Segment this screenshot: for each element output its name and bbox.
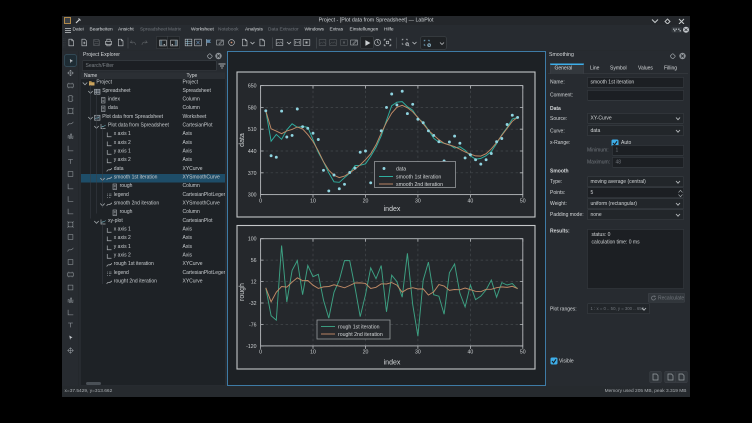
- svg-text:510: 510: [248, 127, 257, 133]
- svg-text:40: 40: [468, 350, 474, 356]
- svg-text:100: 100: [248, 237, 257, 243]
- svg-text:rough: rough: [239, 283, 246, 301]
- svg-text:370: 370: [248, 171, 257, 177]
- svg-text:20: 20: [363, 350, 369, 356]
- svg-text:30: 30: [415, 199, 421, 205]
- svg-text:440: 440: [248, 149, 257, 155]
- svg-text:index: index: [384, 206, 401, 213]
- svg-text:580: 580: [248, 105, 257, 111]
- svg-text:data: data: [239, 133, 246, 147]
- svg-text:300: 300: [248, 193, 257, 199]
- svg-text:56: 56: [251, 258, 257, 264]
- svg-text:40: 40: [468, 199, 474, 205]
- svg-text:12: 12: [251, 280, 257, 286]
- svg-text:30: 30: [415, 350, 421, 356]
- svg-text:50: 50: [520, 199, 526, 205]
- svg-text:-32: -32: [249, 301, 257, 307]
- svg-text:-120: -120: [246, 344, 256, 350]
- svg-text:rough 1st iteration: rough 1st iteration: [338, 325, 380, 331]
- svg-text:10: 10: [310, 350, 316, 356]
- svg-text:0: 0: [259, 350, 262, 356]
- svg-text:-76: -76: [249, 323, 257, 329]
- svg-text:650: 650: [248, 84, 257, 90]
- svg-text:smooth 1st iteration: smooth 1st iteration: [396, 175, 441, 181]
- svg-text:index: index: [384, 360, 401, 367]
- svg-text:data: data: [396, 167, 406, 173]
- svg-text:rought 2nd iteration: rought 2nd iteration: [338, 332, 383, 338]
- svg-text:20: 20: [363, 199, 369, 205]
- svg-text:10: 10: [310, 199, 316, 205]
- svg-text:smooth 2nd iteration: smooth 2nd iteration: [396, 182, 443, 188]
- svg-text:0: 0: [259, 199, 262, 205]
- svg-text:50: 50: [520, 350, 526, 356]
